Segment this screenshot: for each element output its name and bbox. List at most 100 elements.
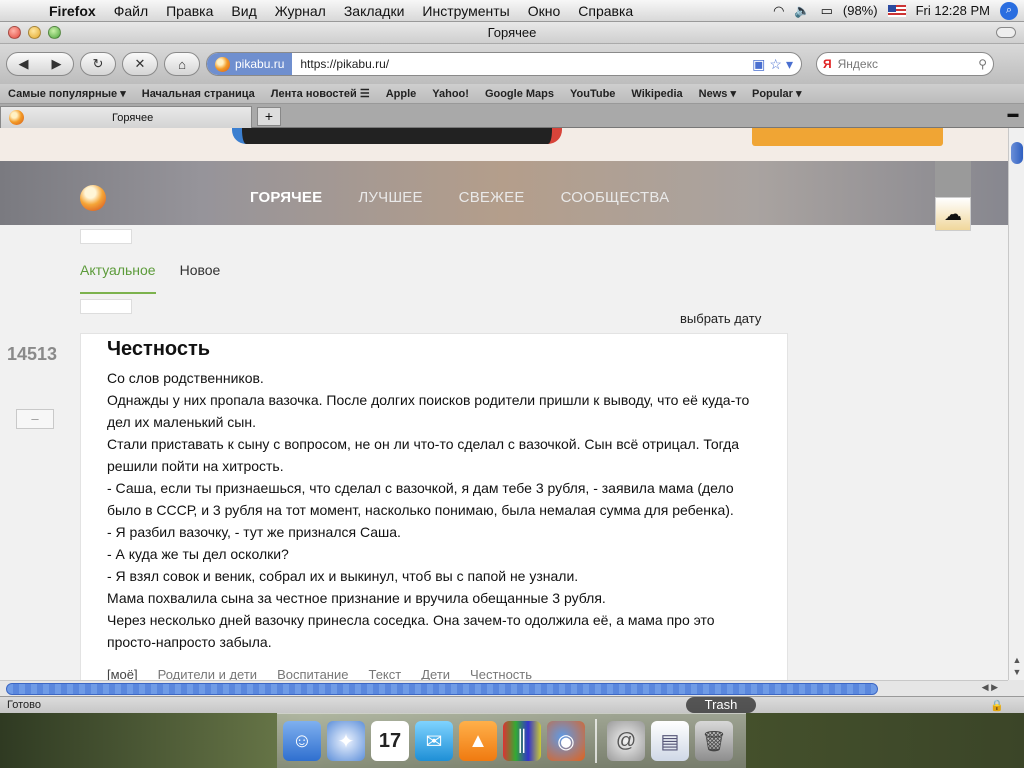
story-paragraph: - Саша, если ты признаешься, что сделал … bbox=[107, 480, 734, 518]
vlc-icon[interactable]: ▲ bbox=[459, 721, 497, 761]
tag-link[interactable]: [моё] bbox=[107, 667, 138, 680]
tag-link[interactable]: Родители и дети bbox=[158, 667, 257, 680]
tab-new[interactable]: Новое bbox=[180, 262, 221, 294]
bookmark-news-feed[interactable]: Лента новостей ☰ bbox=[263, 87, 378, 100]
menubar: Firefox Файл Правка Вид Журнал Закладки … bbox=[0, 0, 1024, 22]
menu-help[interactable]: Справка bbox=[569, 3, 642, 19]
tag-link[interactable]: Воспитание bbox=[277, 667, 348, 680]
site-identity-button[interactable]: pikabu.ru bbox=[207, 53, 293, 75]
menu-file[interactable]: Файл bbox=[105, 3, 157, 19]
back-icon[interactable]: ◀ bbox=[7, 56, 40, 72]
story-title[interactable]: Честность bbox=[107, 338, 210, 361]
new-tab-button[interactable]: + bbox=[257, 107, 281, 126]
status-bar: Готово 🔒 bbox=[0, 696, 1024, 713]
search-engine-icon[interactable]: Я bbox=[823, 57, 832, 71]
nav-hot[interactable]: ГОРЯЧЕЕ bbox=[250, 189, 322, 206]
vertical-scroll-thumb[interactable] bbox=[1011, 142, 1023, 164]
horizontal-scrollbar[interactable]: ◀ ▶ bbox=[0, 680, 1008, 696]
scroll-arrows-icon[interactable]: ▲ ▼ bbox=[1010, 654, 1024, 678]
placeholder-box bbox=[80, 299, 132, 314]
close-icon: ✕ bbox=[134, 56, 146, 71]
books-icon[interactable]: ║ bbox=[503, 721, 541, 761]
zoom-window-button[interactable] bbox=[48, 26, 61, 39]
site-logo-icon[interactable] bbox=[80, 185, 106, 211]
menu-bookmarks[interactable]: Закладки bbox=[335, 3, 414, 19]
navigation-toolbar: ◀ ▶ ↻ ✕ ⌂ pikabu.ru https://pikabu.ru/ ▣… bbox=[0, 44, 1024, 84]
menu-edit[interactable]: Правка bbox=[157, 3, 222, 19]
story-card: Честность Со слов родственников. Однажды… bbox=[80, 333, 788, 680]
scroll-arrows-icon[interactable]: ◀ ▶ bbox=[982, 682, 998, 693]
toolbar-toggle-button[interactable] bbox=[996, 27, 1016, 38]
bookmark-google-maps[interactable]: Google Maps bbox=[477, 88, 562, 100]
menu-app-name[interactable]: Firefox bbox=[40, 3, 105, 19]
bookmark-popular[interactable]: Popular ▾ bbox=[744, 87, 810, 100]
home-button[interactable]: ⌂ bbox=[164, 52, 200, 76]
story-paragraph: - Я взял совок и веник, собрал их и выки… bbox=[107, 568, 579, 584]
url-input[interactable]: https://pikabu.ru/ bbox=[292, 57, 752, 71]
rss-icon[interactable]: ▣ bbox=[752, 56, 765, 73]
bookmark-yahoo[interactable]: Yahoo! bbox=[424, 88, 477, 100]
vote-down-button[interactable]: – bbox=[16, 409, 54, 429]
lock-icon[interactable]: 🔒 bbox=[990, 699, 1004, 712]
tag-link[interactable]: Дети bbox=[421, 667, 450, 680]
tag-link[interactable]: Честность bbox=[470, 667, 532, 680]
story-body: Со слов родственников. Однажды у них про… bbox=[107, 367, 767, 653]
trash-icon[interactable]: 🗑 bbox=[695, 721, 733, 761]
horizontal-scroll-thumb[interactable] bbox=[6, 683, 878, 695]
bookmark-star-icon[interactable]: ☆ bbox=[769, 56, 782, 73]
bookmark-apple[interactable]: Apple bbox=[378, 88, 425, 100]
input-flag-icon[interactable] bbox=[887, 4, 906, 17]
bookmark-start-page[interactable]: Начальная страница bbox=[134, 88, 263, 100]
reload-button[interactable]: ↻ bbox=[80, 52, 116, 76]
ad-banner[interactable] bbox=[0, 128, 1008, 161]
volume-icon[interactable]: 🔈 bbox=[794, 3, 810, 19]
mail-at-icon[interactable]: @ bbox=[607, 721, 645, 761]
safari-icon[interactable]: ✦ bbox=[327, 721, 365, 761]
documents-stack-icon[interactable]: ▤ bbox=[651, 721, 689, 761]
minimize-window-button[interactable] bbox=[28, 26, 41, 39]
clock[interactable]: Fri 12:28 PM bbox=[916, 3, 990, 18]
user-avatar[interactable]: ☁ bbox=[935, 197, 971, 231]
bookmark-most-visited[interactable]: Самые популярные ▾ bbox=[0, 87, 134, 100]
url-bar[interactable]: pikabu.ru https://pikabu.ru/ ▣ ☆ ▾ bbox=[206, 52, 802, 76]
vertical-scrollbar[interactable]: ▲ ▼ bbox=[1008, 128, 1024, 680]
ad-button[interactable] bbox=[752, 128, 943, 146]
story-paragraph: Стали приставать к сыну с вопросом, не о… bbox=[107, 436, 740, 474]
search-input[interactable]: Яндекс bbox=[838, 57, 979, 71]
search-bar[interactable]: Я Яндекс ⚲ bbox=[816, 52, 994, 76]
menu-window[interactable]: Окно bbox=[519, 3, 570, 19]
search-icon[interactable]: ⚲ bbox=[978, 57, 987, 71]
battery-icon[interactable]: ▭ bbox=[821, 3, 833, 19]
site-header: ГОРЯЧЕЕ ЛУЧШЕЕ СВЕЖЕЕ СООБЩЕСТВА bbox=[0, 161, 1008, 225]
stop-button[interactable]: ✕ bbox=[122, 52, 158, 76]
home-icon: ⌂ bbox=[178, 56, 186, 72]
tab-hot[interactable]: Горячее bbox=[0, 106, 252, 128]
site-favicon-icon bbox=[215, 56, 230, 72]
nav-best[interactable]: ЛУЧШЕЕ bbox=[358, 189, 422, 206]
url-dropdown-icon[interactable]: ▾ bbox=[786, 56, 793, 73]
close-window-button[interactable] bbox=[8, 26, 21, 39]
wifi-icon[interactable]: ◠ bbox=[773, 3, 784, 19]
ichat-icon[interactable]: ✉ bbox=[415, 721, 453, 761]
menu-view[interactable]: Вид bbox=[222, 3, 265, 19]
back-forward-group: ◀ ▶ bbox=[6, 52, 74, 76]
menu-tools[interactable]: Инструменты bbox=[413, 3, 518, 19]
status-text: Готово bbox=[7, 699, 41, 711]
bookmark-news[interactable]: News ▾ bbox=[691, 87, 744, 100]
tab-list-icon[interactable]: ▬ bbox=[1004, 108, 1022, 124]
menu-history[interactable]: Журнал bbox=[266, 3, 335, 19]
firefox-icon[interactable]: ◉ bbox=[547, 721, 585, 761]
window-titlebar: Горячее bbox=[0, 22, 1024, 44]
bookmark-youtube[interactable]: YouTube bbox=[562, 88, 623, 100]
bookmark-wikipedia[interactable]: Wikipedia bbox=[623, 88, 690, 100]
bookmarks-toolbar: Самые популярные ▾ Начальная страница Ле… bbox=[0, 84, 1024, 104]
pick-date-link[interactable]: выбрать дату bbox=[680, 311, 761, 326]
forward-icon[interactable]: ▶ bbox=[40, 56, 73, 72]
ical-icon[interactable]: 17 bbox=[371, 721, 409, 761]
nav-communities[interactable]: СООБЩЕСТВА bbox=[561, 189, 670, 206]
nav-fresh[interactable]: СВЕЖЕЕ bbox=[459, 189, 525, 206]
finder-icon[interactable]: ☺ bbox=[283, 721, 321, 761]
spotlight-icon[interactable]: ⌕ bbox=[1000, 1, 1018, 20]
tag-link[interactable]: Текст bbox=[368, 667, 401, 680]
tab-actual[interactable]: Актуальное bbox=[80, 262, 156, 294]
